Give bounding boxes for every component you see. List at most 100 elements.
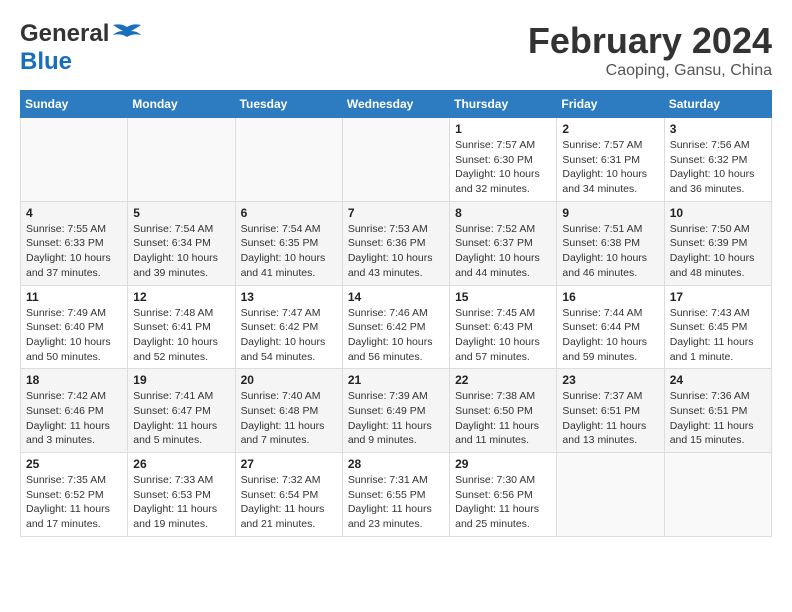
logo: General Blue [20,20,143,76]
calendar-cell: 17 Sunrise: 7:43 AM Sunset: 6:45 PM Dayli… [664,285,771,369]
calendar-cell: 11 Sunrise: 7:49 AM Sunset: 6:40 PM Dayli… [21,285,128,369]
calendar-cell: 27 Sunrise: 7:32 AM Sunset: 6:54 PM Dayli… [235,453,342,537]
calendar-table: SundayMondayTuesdayWednesdayThursdayFrid… [20,90,772,537]
day-number: 19 [133,373,229,387]
day-number: 22 [455,373,551,387]
day-info: Sunrise: 7:46 AM Sunset: 6:42 PM Dayligh… [348,306,444,365]
day-number: 15 [455,290,551,304]
calendar-cell [235,118,342,202]
day-number: 27 [241,457,337,471]
calendar-week-row: 4 Sunrise: 7:55 AM Sunset: 6:33 PM Daylig… [21,201,772,285]
day-number: 23 [562,373,658,387]
day-info: Sunrise: 7:32 AM Sunset: 6:54 PM Dayligh… [241,473,337,532]
calendar-cell: 29Sunrise: 7:30 AM Sunset: 6:56 PM Dayli… [450,453,557,537]
day-info: Sunrise: 7:38 AM Sunset: 6:50 PM Dayligh… [455,389,551,448]
day-number: 6 [241,206,337,220]
day-number: 13 [241,290,337,304]
day-number: 11 [26,290,122,304]
day-number: 17 [670,290,766,304]
title-section: February 2024 Caoping, Gansu, China [528,20,772,80]
calendar-week-row: 1 Sunrise: 7:57 AM Sunset: 6:30 PM Daylig… [21,118,772,202]
calendar-cell: 18 Sunrise: 7:42 AM Sunset: 6:46 PM Dayli… [21,369,128,453]
day-number: 14 [348,290,444,304]
weekday-header-row: SundayMondayTuesdayWednesdayThursdayFrid… [21,91,772,118]
calendar-week-row: 11 Sunrise: 7:49 AM Sunset: 6:40 PM Dayli… [21,285,772,369]
calendar-cell [664,453,771,537]
calendar-cell: 5 Sunrise: 7:54 AM Sunset: 6:34 PM Daylig… [128,201,235,285]
day-info: Sunrise: 7:35 AM Sunset: 6:52 PM Dayligh… [26,473,122,532]
calendar-cell: 12 Sunrise: 7:48 AM Sunset: 6:41 PM Dayli… [128,285,235,369]
calendar-cell: 14 Sunrise: 7:46 AM Sunset: 6:42 PM Dayli… [342,285,449,369]
day-number: 26 [133,457,229,471]
calendar-cell: 10 Sunrise: 7:50 AM Sunset: 6:39 PM Dayli… [664,201,771,285]
day-number: 21 [348,373,444,387]
day-number: 16 [562,290,658,304]
day-number: 10 [670,206,766,220]
weekday-header: Sunday [21,91,128,118]
calendar-cell: 26 Sunrise: 7:33 AM Sunset: 6:53 PM Dayli… [128,453,235,537]
calendar-cell [342,118,449,202]
day-info: Sunrise: 7:57 AM Sunset: 6:31 PM Dayligh… [562,138,658,197]
day-number: 2 [562,122,658,136]
weekday-header: Saturday [664,91,771,118]
calendar-cell: 3 Sunrise: 7:56 AM Sunset: 6:32 PM Daylig… [664,118,771,202]
calendar-cell: 25 Sunrise: 7:35 AM Sunset: 6:52 PM Dayli… [21,453,128,537]
day-info: Sunrise: 7:50 AM Sunset: 6:39 PM Dayligh… [670,222,766,281]
calendar-cell: 1 Sunrise: 7:57 AM Sunset: 6:30 PM Daylig… [450,118,557,202]
calendar-cell: 6 Sunrise: 7:54 AM Sunset: 6:35 PM Daylig… [235,201,342,285]
day-info: Sunrise: 7:31 AM Sunset: 6:55 PM Dayligh… [348,473,444,532]
day-number: 18 [26,373,122,387]
day-number: 4 [26,206,122,220]
calendar-cell: 16Sunrise: 7:44 AM Sunset: 6:44 PM Dayli… [557,285,664,369]
day-info: Sunrise: 7:48 AM Sunset: 6:41 PM Dayligh… [133,306,229,365]
calendar-cell: 19Sunrise: 7:41 AM Sunset: 6:47 PM Dayli… [128,369,235,453]
day-info: Sunrise: 7:39 AM Sunset: 6:49 PM Dayligh… [348,389,444,448]
weekday-header: Thursday [450,91,557,118]
weekday-header: Monday [128,91,235,118]
day-number: 12 [133,290,229,304]
calendar-cell [557,453,664,537]
day-number: 9 [562,206,658,220]
day-number: 1 [455,122,551,136]
day-info: Sunrise: 7:52 AM Sunset: 6:37 PM Dayligh… [455,222,551,281]
calendar-cell [21,118,128,202]
day-info: Sunrise: 7:56 AM Sunset: 6:32 PM Dayligh… [670,138,766,197]
day-number: 3 [670,122,766,136]
day-info: Sunrise: 7:40 AM Sunset: 6:48 PM Dayligh… [241,389,337,448]
logo-bird-icon [111,23,143,45]
day-info: Sunrise: 7:51 AM Sunset: 6:38 PM Dayligh… [562,222,658,281]
logo-blue-text: Blue [20,48,72,75]
page-header: General Blue February 2024 Caoping, Gans… [20,20,772,80]
day-info: Sunrise: 7:57 AM Sunset: 6:30 PM Dayligh… [455,138,551,197]
day-info: Sunrise: 7:47 AM Sunset: 6:42 PM Dayligh… [241,306,337,365]
day-info: Sunrise: 7:54 AM Sunset: 6:34 PM Dayligh… [133,222,229,281]
day-info: Sunrise: 7:43 AM Sunset: 6:45 PM Dayligh… [670,306,766,365]
calendar-cell: 8Sunrise: 7:52 AM Sunset: 6:37 PM Daylig… [450,201,557,285]
calendar-cell: 21 Sunrise: 7:39 AM Sunset: 6:49 PM Dayli… [342,369,449,453]
day-number: 5 [133,206,229,220]
calendar-cell [128,118,235,202]
day-number: 28 [348,457,444,471]
day-info: Sunrise: 7:36 AM Sunset: 6:51 PM Dayligh… [670,389,766,448]
calendar-cell: 4 Sunrise: 7:55 AM Sunset: 6:33 PM Daylig… [21,201,128,285]
day-number: 25 [26,457,122,471]
day-info: Sunrise: 7:33 AM Sunset: 6:53 PM Dayligh… [133,473,229,532]
calendar-cell: 7 Sunrise: 7:53 AM Sunset: 6:36 PM Daylig… [342,201,449,285]
day-info: Sunrise: 7:45 AM Sunset: 6:43 PM Dayligh… [455,306,551,365]
calendar-cell: 13 Sunrise: 7:47 AM Sunset: 6:42 PM Dayli… [235,285,342,369]
day-number: 7 [348,206,444,220]
calendar-title: February 2024 [528,20,772,62]
weekday-header: Wednesday [342,91,449,118]
calendar-week-row: 18 Sunrise: 7:42 AM Sunset: 6:46 PM Dayli… [21,369,772,453]
day-info: Sunrise: 7:55 AM Sunset: 6:33 PM Dayligh… [26,222,122,281]
weekday-header: Friday [557,91,664,118]
day-info: Sunrise: 7:49 AM Sunset: 6:40 PM Dayligh… [26,306,122,365]
day-number: 29 [455,457,551,471]
day-info: Sunrise: 7:53 AM Sunset: 6:36 PM Dayligh… [348,222,444,281]
calendar-cell: 24Sunrise: 7:36 AM Sunset: 6:51 PM Dayli… [664,369,771,453]
calendar-cell: 23 Sunrise: 7:37 AM Sunset: 6:51 PM Dayli… [557,369,664,453]
day-info: Sunrise: 7:54 AM Sunset: 6:35 PM Dayligh… [241,222,337,281]
day-info: Sunrise: 7:42 AM Sunset: 6:46 PM Dayligh… [26,389,122,448]
calendar-cell: 20Sunrise: 7:40 AM Sunset: 6:48 PM Dayli… [235,369,342,453]
day-info: Sunrise: 7:37 AM Sunset: 6:51 PM Dayligh… [562,389,658,448]
